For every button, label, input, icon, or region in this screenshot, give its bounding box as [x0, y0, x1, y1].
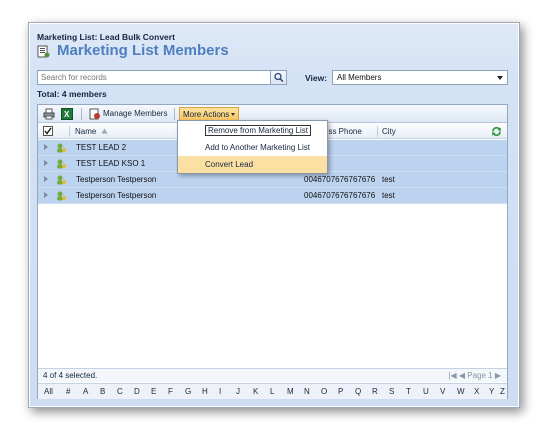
- alpha-filter-item[interactable]: F: [168, 387, 173, 396]
- select-all-checkbox[interactable]: [43, 126, 53, 136]
- lead-icon: [57, 143, 66, 153]
- menu-item-remove-from-list[interactable]: Remove from Marketing List: [178, 122, 327, 139]
- prev-page-icon[interactable]: ◀: [459, 371, 465, 380]
- row-phone: 0046707676767676: [304, 191, 376, 200]
- svg-text:X: X: [64, 110, 70, 119]
- alpha-filter-item[interactable]: All: [44, 387, 53, 396]
- manage-members-button[interactable]: Manage Members: [89, 107, 167, 121]
- search-input[interactable]: [38, 71, 270, 84]
- column-header-name-label: Name: [75, 127, 97, 136]
- alpha-filter-item[interactable]: E: [151, 387, 156, 396]
- next-page-icon[interactable]: ▶: [495, 371, 501, 380]
- alpha-filter-item[interactable]: G: [185, 387, 191, 396]
- alpha-filter-item[interactable]: W: [457, 387, 465, 396]
- alpha-filter-item[interactable]: O: [321, 387, 327, 396]
- alpha-filter-item[interactable]: R: [372, 387, 378, 396]
- expand-icon[interactable]: [44, 160, 48, 166]
- lead-icon: [57, 175, 66, 185]
- toolbar-divider: [174, 108, 175, 120]
- row-name[interactable]: TEST LEAD 2: [76, 143, 126, 152]
- lead-icon: [57, 191, 66, 201]
- alpha-filter-item[interactable]: #: [66, 387, 70, 396]
- menu-item-add-to-list[interactable]: Add to Another Marketing List: [178, 139, 327, 156]
- alpha-filter-item[interactable]: A: [83, 387, 88, 396]
- more-actions-button[interactable]: More Actions: [179, 107, 240, 121]
- more-actions-menu: Remove from Marketing List Add to Anothe…: [177, 120, 328, 174]
- alpha-filter-item[interactable]: L: [270, 387, 274, 396]
- chevron-down-icon: [231, 113, 236, 117]
- view-select[interactable]: All Members: [332, 70, 508, 85]
- column-divider: [377, 126, 378, 137]
- alpha-filter-item[interactable]: V: [440, 387, 445, 396]
- manage-members-icon: [89, 108, 100, 120]
- alpha-filter-item[interactable]: T: [406, 387, 411, 396]
- manage-members-label: Manage Members: [103, 109, 168, 118]
- page-number: Page 1: [467, 371, 493, 380]
- menu-item-label: Convert Lead: [205, 160, 254, 169]
- alpha-filter-item[interactable]: D: [134, 387, 140, 396]
- alphabet-filter: All # A B C D E F G H I J K L M N O P Q …: [38, 383, 507, 399]
- alpha-filter-item[interactable]: B: [100, 387, 105, 396]
- row-city: test: [382, 191, 395, 200]
- alpha-filter-item[interactable]: N: [304, 387, 310, 396]
- total-count: Total: 4 members: [37, 89, 107, 99]
- alpha-filter-item[interactable]: H: [202, 387, 208, 396]
- menu-item-label: Add to Another Marketing List: [205, 143, 310, 152]
- alpha-filter-item[interactable]: X: [474, 387, 479, 396]
- row-name[interactable]: Testperson Testperson: [76, 175, 156, 184]
- page-title: Marketing List Members: [57, 42, 229, 59]
- alpha-filter-item[interactable]: M: [287, 387, 294, 396]
- dialog-frame: Marketing List: Lead Bulk Convert Market…: [28, 22, 520, 408]
- expand-icon[interactable]: [44, 144, 48, 150]
- alpha-filter-item[interactable]: U: [423, 387, 429, 396]
- alpha-filter-item[interactable]: Y: [489, 387, 494, 396]
- alpha-filter-item[interactable]: J: [236, 387, 240, 396]
- pager: |◀ ◀ Page 1 ▶: [448, 371, 501, 380]
- view-select-value: All Members: [337, 73, 382, 82]
- more-actions-label: More Actions: [183, 110, 230, 119]
- search-icon: [274, 72, 284, 83]
- column-divider: [69, 126, 70, 137]
- view-label: View:: [305, 73, 328, 83]
- first-page-icon[interactable]: |◀: [448, 371, 456, 380]
- checkmark-icon: [44, 127, 52, 135]
- alpha-filter-item[interactable]: P: [338, 387, 343, 396]
- lead-icon: [57, 159, 66, 169]
- search-box: [37, 70, 287, 85]
- row-city: test: [382, 175, 395, 184]
- menu-item-label: Remove from Marketing List: [205, 125, 312, 136]
- alpha-filter-item[interactable]: C: [117, 387, 123, 396]
- alpha-filter-item[interactable]: Z: [500, 387, 505, 396]
- menu-item-convert-lead[interactable]: Convert Lead: [178, 156, 327, 173]
- breadcrumb: Marketing List: Lead Bulk Convert: [37, 32, 175, 42]
- refresh-icon[interactable]: [491, 126, 502, 137]
- table-row[interactable]: Testperson Testperson 0046707676767676 t…: [38, 188, 507, 204]
- toolbar-divider: [81, 108, 82, 120]
- column-header-city[interactable]: City: [382, 127, 396, 136]
- alpha-filter-item[interactable]: Q: [355, 387, 361, 396]
- expand-icon[interactable]: [44, 192, 48, 198]
- column-header-name[interactable]: Name: [75, 127, 108, 136]
- expand-icon[interactable]: [44, 176, 48, 182]
- alpha-filter-item[interactable]: I: [219, 387, 221, 396]
- dialog-window: Marketing List: Lead Bulk Convert Market…: [30, 24, 518, 406]
- search-button[interactable]: [270, 71, 286, 84]
- table-row[interactable]: Testperson Testperson 0046707676767676 t…: [38, 172, 507, 188]
- alpha-filter-item[interactable]: K: [253, 387, 258, 396]
- selection-count: 4 of 4 selected.: [43, 371, 98, 380]
- row-phone: 0046707676767676: [304, 175, 376, 184]
- grid-footer: 4 of 4 selected. |◀ ◀ Page 1 ▶: [38, 368, 507, 382]
- row-name[interactable]: Testperson Testperson: [76, 191, 156, 200]
- alpha-filter-item[interactable]: S: [389, 387, 394, 396]
- excel-export-icon[interactable]: X: [61, 108, 73, 120]
- marketing-list-icon: [37, 45, 50, 58]
- sort-ascending-icon: [101, 128, 108, 134]
- print-icon[interactable]: [43, 108, 55, 120]
- column-header-city-label: City: [382, 127, 396, 136]
- chevron-down-icon: [497, 76, 503, 80]
- row-name[interactable]: TEST LEAD KSO 1: [76, 159, 145, 168]
